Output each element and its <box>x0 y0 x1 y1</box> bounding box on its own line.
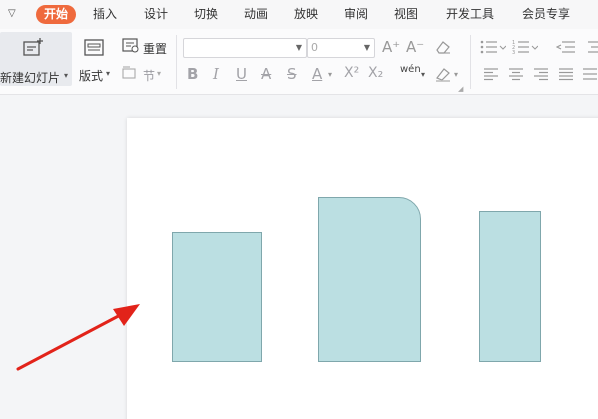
bullet-list-icon[interactable] <box>480 40 506 54</box>
strikethrough-button[interactable]: S <box>287 65 297 83</box>
align-right-icon[interactable] <box>533 67 549 81</box>
slide[interactable] <box>127 118 598 419</box>
tab-transition[interactable]: 切换 <box>194 5 218 24</box>
reset-icon[interactable] <box>122 38 140 54</box>
layout-icon[interactable] <box>83 38 105 58</box>
justify-icon[interactable] <box>558 67 574 81</box>
font-color-dropdown-icon[interactable]: ▾ <box>328 70 332 79</box>
layout-button[interactable]: 版式 <box>79 67 103 84</box>
align-center-icon[interactable] <box>508 67 524 81</box>
tab-design[interactable]: 设计 <box>144 5 168 24</box>
decrease-font-button[interactable]: A⁻ <box>406 38 424 56</box>
tab-home[interactable]: 开始 <box>36 5 77 24</box>
numbered-list-icon[interactable]: 1 2 3 <box>512 40 538 54</box>
tab-member[interactable]: 会员专享 <box>522 5 570 24</box>
decrease-indent-icon[interactable] <box>556 40 576 54</box>
section-button[interactable]: 节 <box>143 67 155 84</box>
font-size-select[interactable]: 0 ▼ <box>307 38 375 58</box>
eraser-icon[interactable] <box>434 39 452 55</box>
svg-text:3: 3 <box>512 50 515 54</box>
section-icon[interactable] <box>122 66 140 80</box>
highlight-icon[interactable] <box>434 66 452 82</box>
ribbon-toolbar: 新建幻灯片 ▾ 版式 ▾ 重置 节 ▾ ▼ 0 ▼ A⁺ A⁻ B I U A … <box>0 29 598 95</box>
pinyin-dropdown-icon[interactable]: ▾ <box>421 70 425 79</box>
font-size-value: 0 <box>311 41 318 54</box>
pinyin-guide-button[interactable]: wén <box>400 64 421 75</box>
ribbon-divider <box>176 35 177 89</box>
increase-indent-icon[interactable] <box>582 40 598 54</box>
new-slide-button[interactable]: 新建幻灯片 ▾ <box>0 32 72 86</box>
subscript-button[interactable]: X₂ <box>368 65 383 81</box>
increase-font-button[interactable]: A⁺ <box>382 38 400 56</box>
rectangle-shape-1[interactable] <box>172 232 262 362</box>
tab-view[interactable]: 视图 <box>394 5 418 24</box>
layout-dropdown-icon[interactable]: ▾ <box>106 69 110 78</box>
chevron-down-icon: ▼ <box>363 43 370 52</box>
tab-developer-tools[interactable]: 开发工具 <box>446 5 494 24</box>
bold-button[interactable]: B <box>187 65 198 83</box>
tab-review[interactable]: 审阅 <box>344 5 368 24</box>
text-effect-button[interactable]: A <box>261 65 271 83</box>
section-dropdown-icon[interactable]: ▾ <box>157 69 161 78</box>
align-left-icon[interactable] <box>483 67 499 81</box>
reset-button[interactable]: 重置 <box>143 40 167 57</box>
tab-animation[interactable]: 动画 <box>244 5 268 24</box>
ribbon-divider <box>470 35 471 89</box>
slide-editing-area <box>0 96 598 419</box>
new-slide-icon <box>23 38 43 56</box>
tab-insert[interactable]: 插入 <box>93 5 117 24</box>
superscript-button[interactable]: X² <box>344 65 359 81</box>
new-slide-dropdown-icon[interactable]: ▾ <box>64 71 68 80</box>
red-arrow-annotation <box>16 304 140 371</box>
underline-button[interactable]: U <box>236 65 247 83</box>
tab-slideshow[interactable]: 放映 <box>294 5 318 24</box>
new-slide-label: 新建幻灯片 <box>0 71 61 85</box>
highlight-dropdown-icon[interactable]: ▾ <box>454 70 458 79</box>
font-color-button[interactable]: A <box>312 65 322 83</box>
italic-button[interactable]: I <box>213 65 219 83</box>
distribute-icon[interactable] <box>582 67 598 81</box>
chevron-down-icon: ▼ <box>295 43 302 52</box>
font-dialog-launcher-icon[interactable]: ◢ <box>458 85 463 93</box>
chevron-down-icon[interactable]: ▽ <box>8 8 20 20</box>
font-name-select[interactable]: ▼ <box>183 38 307 58</box>
rectangle-shape-2[interactable] <box>479 211 541 362</box>
menu-bar: ▽ 开始 插入 设计 切换 动画 放映 审阅 视图 开发工具 会员专享 <box>0 0 598 29</box>
round-corner-rectangle-shape[interactable] <box>318 197 421 362</box>
